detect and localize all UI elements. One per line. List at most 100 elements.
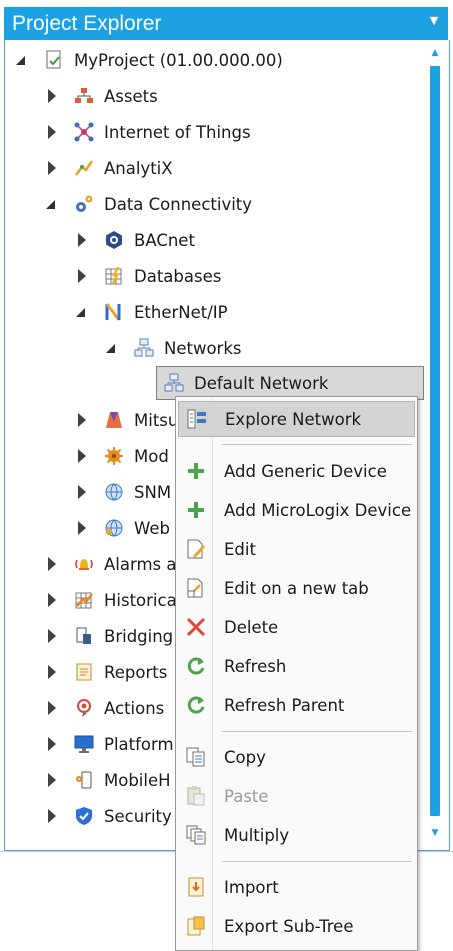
expanded-arrow-icon[interactable] <box>44 196 60 212</box>
delete-icon <box>184 615 208 639</box>
expanded-arrow-icon[interactable] <box>14 52 30 68</box>
menu-item-edit[interactable]: Edit <box>178 531 415 567</box>
collapsed-arrow-icon[interactable] <box>74 268 90 284</box>
tree-item-security[interactable]: Security <box>44 798 172 834</box>
tree-item-label: Alarms a <box>104 554 177 574</box>
scroll-thumb[interactable] <box>430 66 440 816</box>
tree-item-actions[interactable]: Actions <box>44 690 164 726</box>
tree-item-analytix[interactable]: AnalytiX <box>44 150 173 186</box>
tree-item-modbus[interactable]: Mod <box>74 438 169 474</box>
collapsed-arrow-icon[interactable] <box>44 556 60 572</box>
tree-item-historical[interactable]: Historica <box>44 582 177 618</box>
databases-icon <box>104 266 124 286</box>
menu-item-export-sub-tree[interactable]: Export Sub-Tree <box>178 908 415 944</box>
menu-item-label: Add Generic Device <box>224 461 387 481</box>
copy-icon <box>184 745 208 769</box>
menu-item-label: Export Sub-Tree <box>224 916 354 936</box>
vertical-scrollbar[interactable]: ▲ ▼ <box>428 46 442 846</box>
tree-item-databases[interactable]: Databases <box>74 258 221 294</box>
tree-item-myproject[interactable]: MyProject (01.00.000.00) <box>14 42 283 78</box>
collapsed-arrow-icon[interactable] <box>74 520 90 536</box>
tree-item-label: Historica <box>104 590 177 610</box>
menu-item-label: Edit <box>224 539 256 559</box>
edit-new-tab-icon <box>184 576 208 600</box>
menu-item-refresh-parent[interactable]: Refresh Parent <box>178 687 415 723</box>
collapsed-arrow-icon[interactable] <box>44 808 60 824</box>
tree-item-bridging[interactable]: Bridging <box>44 618 173 654</box>
modbus-icon <box>104 446 124 466</box>
menu-item-refresh[interactable]: Refresh <box>178 648 415 684</box>
plus-icon <box>184 459 208 483</box>
tree-item-label: Default Network <box>194 373 329 393</box>
panel-title-bar: Project Explorer ▼ <box>4 7 448 40</box>
tree-item-alarms[interactable]: Alarms a <box>44 546 177 582</box>
collapsed-arrow-icon[interactable] <box>44 88 60 104</box>
panel-menu-dropdown-icon[interactable]: ▼ <box>428 15 440 27</box>
menu-item-add-micrologix-device[interactable]: Add MicroLogix Device <box>178 492 415 528</box>
plus-icon <box>184 498 208 522</box>
expanded-arrow-icon[interactable] <box>74 304 90 320</box>
iot-icon <box>74 122 94 142</box>
menu-item-import[interactable]: Import <box>178 869 415 905</box>
tree-item-label: Assets <box>104 86 158 106</box>
assets-icon <box>74 86 94 106</box>
tree-item-internet-of-things[interactable]: Internet of Things <box>44 114 251 150</box>
collapsed-arrow-icon[interactable] <box>74 448 90 464</box>
tree-item-reports[interactable]: Reports <box>44 654 167 690</box>
collapsed-arrow-icon[interactable] <box>44 772 60 788</box>
tree-item-label: Platform <box>104 734 174 754</box>
menu-item-add-generic-device[interactable]: Add Generic Device <box>178 453 415 489</box>
collapsed-arrow-icon[interactable] <box>74 412 90 428</box>
scroll-down-arrow-icon[interactable]: ▼ <box>428 826 442 840</box>
tree-item-assets[interactable]: Assets <box>44 78 158 114</box>
ethernetip-icon <box>104 302 124 322</box>
tree-item-bacnet[interactable]: BACnet <box>74 222 195 258</box>
tree-item-networks[interactable]: Networks <box>104 330 242 366</box>
collapsed-arrow-icon[interactable] <box>44 736 60 752</box>
menu-item-label: Import <box>224 877 279 897</box>
bridging-icon <box>74 626 94 646</box>
expanded-arrow-icon[interactable] <box>104 340 120 356</box>
tree-item-label: Data Connectivity <box>104 194 253 214</box>
tree-item-label: Actions <box>104 698 165 718</box>
collapsed-arrow-icon[interactable] <box>44 664 60 680</box>
bacnet-icon <box>104 230 124 250</box>
menu-item-label: Delete <box>224 617 279 637</box>
tree-item-mitsubishi[interactable]: Mitsu <box>74 402 178 438</box>
menu-item-multiply[interactable]: Multiply <box>178 817 415 853</box>
collapsed-arrow-icon[interactable] <box>44 124 60 140</box>
collapsed-arrow-icon[interactable] <box>44 628 60 644</box>
collapsed-arrow-icon[interactable] <box>44 592 60 608</box>
collapsed-arrow-icon[interactable] <box>74 232 90 248</box>
tree-item-ethernetip[interactable]: EtherNet/IP <box>74 294 228 330</box>
multiply-icon <box>184 823 208 847</box>
tree-item-snmp[interactable]: SNM <box>74 474 171 510</box>
menu-item-explore-network[interactable]: Explore Network <box>178 401 415 437</box>
tree-item-platform[interactable]: Platform <box>44 726 174 762</box>
collapsed-arrow-icon[interactable] <box>44 160 60 176</box>
tree-item-label: AnalytiX <box>104 158 173 178</box>
refresh-icon <box>184 654 208 678</box>
tree-item-label: EtherNet/IP <box>134 302 228 322</box>
collapsed-arrow-icon[interactable] <box>74 484 90 500</box>
alarms-icon <box>74 554 94 574</box>
menu-item-copy[interactable]: Copy <box>178 739 415 775</box>
networks-icon <box>134 338 154 358</box>
actions-icon <box>74 698 94 718</box>
menu-item-delete[interactable]: Delete <box>178 609 415 645</box>
refresh-parent-icon <box>184 693 208 717</box>
shield-icon <box>74 806 94 826</box>
export-icon <box>184 914 208 938</box>
panel-title: Project Explorer <box>12 12 162 35</box>
explore-network-icon <box>185 407 209 431</box>
tree-item-label: Networks <box>164 338 242 358</box>
platform-icon <box>74 734 94 754</box>
project-icon <box>44 50 64 70</box>
tree-item-data-connectivity[interactable]: Data Connectivity <box>44 186 252 222</box>
scroll-up-arrow-icon[interactable]: ▲ <box>428 46 442 60</box>
tree-item-mobilehub[interactable]: MobileH <box>44 762 171 798</box>
collapsed-arrow-icon[interactable] <box>44 700 60 716</box>
tree-item-label: SNM <box>134 482 172 502</box>
menu-item-edit-on-new-tab[interactable]: Edit on a new tab <box>178 570 415 606</box>
tree-item-web[interactable]: Web <box>74 510 170 546</box>
